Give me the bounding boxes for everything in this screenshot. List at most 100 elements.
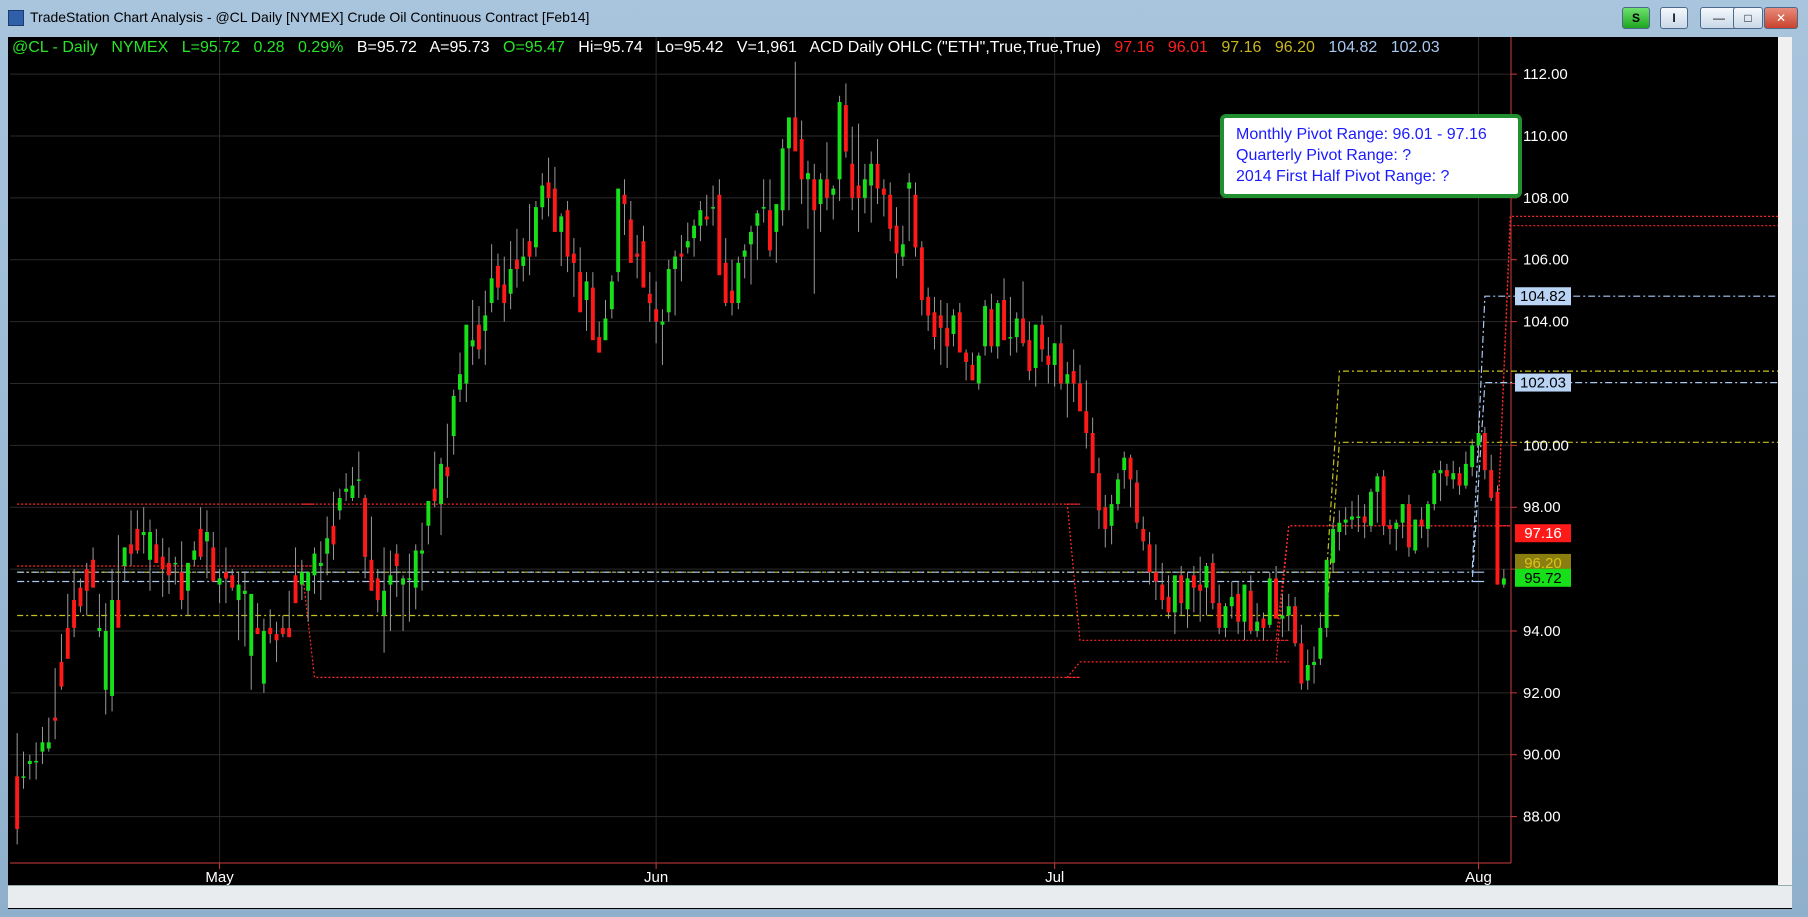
candle-body xyxy=(224,572,228,579)
candle-body xyxy=(628,219,633,263)
candle-body xyxy=(894,225,899,254)
candle-body xyxy=(1267,578,1272,625)
candle-body xyxy=(34,760,39,763)
candle-body xyxy=(337,498,342,511)
candle-body xyxy=(122,547,127,566)
candle-body xyxy=(363,498,367,557)
candle-body xyxy=(173,562,178,565)
candle-body xyxy=(280,627,285,635)
vertical-scrollbar[interactable] xyxy=(1778,37,1792,885)
candle-body xyxy=(1457,473,1462,486)
candle-body xyxy=(1185,578,1190,610)
status-volume: V=1,961 xyxy=(736,39,797,56)
candle-body xyxy=(369,559,374,591)
candle-body xyxy=(53,717,58,721)
candle-body xyxy=(508,269,513,294)
candle-body xyxy=(1103,507,1108,529)
candle-body xyxy=(1002,300,1006,341)
candle-body xyxy=(91,559,95,588)
status-low: Lo=95.42 xyxy=(656,39,724,56)
x-tick-label: Jul xyxy=(1045,869,1064,885)
candle-body xyxy=(515,259,519,269)
candle-body xyxy=(1172,575,1177,613)
candle-body xyxy=(287,627,292,638)
pivot-line-bottom xyxy=(17,382,1792,583)
candle-body xyxy=(1331,528,1335,563)
candle-body xyxy=(1084,411,1089,433)
candle-body xyxy=(15,776,20,829)
y-tick-label: 88.00 xyxy=(1523,809,1561,826)
candle-body xyxy=(154,544,159,563)
candle-body xyxy=(913,194,918,248)
candle-body xyxy=(1413,519,1418,551)
candle-body xyxy=(609,281,614,310)
candle-body xyxy=(1179,575,1184,604)
candle-body xyxy=(1337,522,1342,532)
candle-body xyxy=(350,485,355,498)
candle-body xyxy=(40,742,45,752)
candle-body xyxy=(685,241,690,248)
chart-area[interactable]: 88.0090.0092.0094.0096.0098.00100.00102.… xyxy=(8,37,1792,909)
candle-body xyxy=(483,315,488,331)
candle-body xyxy=(787,117,791,149)
application-window: TradeStation Chart Analysis - @CL Daily … xyxy=(0,0,1808,917)
candle-body xyxy=(989,309,994,347)
candle-body xyxy=(806,173,810,180)
candle-body xyxy=(1299,643,1304,684)
candle-body xyxy=(141,532,146,536)
horizontal-scrollbar[interactable] xyxy=(8,885,1792,908)
candle-body xyxy=(1362,516,1367,523)
status-exchange: NYMEX xyxy=(111,39,169,56)
candle-body xyxy=(730,290,734,304)
candle-body xyxy=(249,593,254,656)
candle-body xyxy=(1210,562,1215,604)
candle-body xyxy=(382,590,386,616)
pivot-info-box[interactable]: Monthly Pivot Range: 96.01 - 97.16 Quart… xyxy=(1220,114,1522,198)
x-tick-label: Aug xyxy=(1465,869,1492,885)
maximize-button[interactable]: □ xyxy=(1733,7,1763,29)
candle-body xyxy=(261,631,266,684)
candle-body xyxy=(534,207,538,248)
candle-body xyxy=(717,194,722,276)
candle-body xyxy=(160,556,165,570)
status-val-3: 97.16 xyxy=(1221,39,1262,56)
candle-body xyxy=(1305,665,1310,681)
candle-body xyxy=(850,163,855,198)
candle-body xyxy=(318,562,323,566)
candle-body xyxy=(1274,578,1278,619)
price-chart[interactable]: 88.0090.0092.0094.0096.0098.00100.00102.… xyxy=(8,37,1792,885)
candle-body xyxy=(1255,621,1260,631)
candle-body xyxy=(1229,596,1234,607)
candle-body xyxy=(793,117,798,152)
candle-body xyxy=(635,253,640,257)
candle-body xyxy=(1223,606,1228,628)
candle-body xyxy=(768,210,772,251)
candle-body xyxy=(774,204,779,232)
candle-body xyxy=(103,631,108,690)
candle-body xyxy=(951,315,956,334)
s-button[interactable]: S xyxy=(1622,7,1650,29)
close-button[interactable]: ✕ xyxy=(1764,7,1798,29)
candle-body xyxy=(388,575,393,585)
candle-body xyxy=(1293,606,1297,644)
y-tick-label: 108.00 xyxy=(1523,190,1569,207)
y-tick-label: 106.00 xyxy=(1523,252,1569,269)
candle-body xyxy=(1052,343,1057,365)
candle-body xyxy=(1318,627,1323,659)
app-icon xyxy=(8,10,24,26)
candle-body xyxy=(470,340,475,347)
candle-body xyxy=(306,572,311,591)
candle-body xyxy=(217,578,222,585)
i-button[interactable]: I xyxy=(1660,7,1688,29)
candle-body xyxy=(831,188,836,195)
candle-body xyxy=(110,600,114,696)
candle-body xyxy=(888,194,893,229)
price-label-text: 97.16 xyxy=(1524,525,1562,542)
status-pct: 0.29% xyxy=(298,39,344,56)
candle-body xyxy=(1381,476,1386,526)
status-val-5: 104.82 xyxy=(1328,39,1378,56)
candle-body xyxy=(1286,606,1291,616)
candle-body xyxy=(1495,491,1500,585)
candle-body xyxy=(521,256,526,266)
candle-body xyxy=(1135,482,1139,523)
